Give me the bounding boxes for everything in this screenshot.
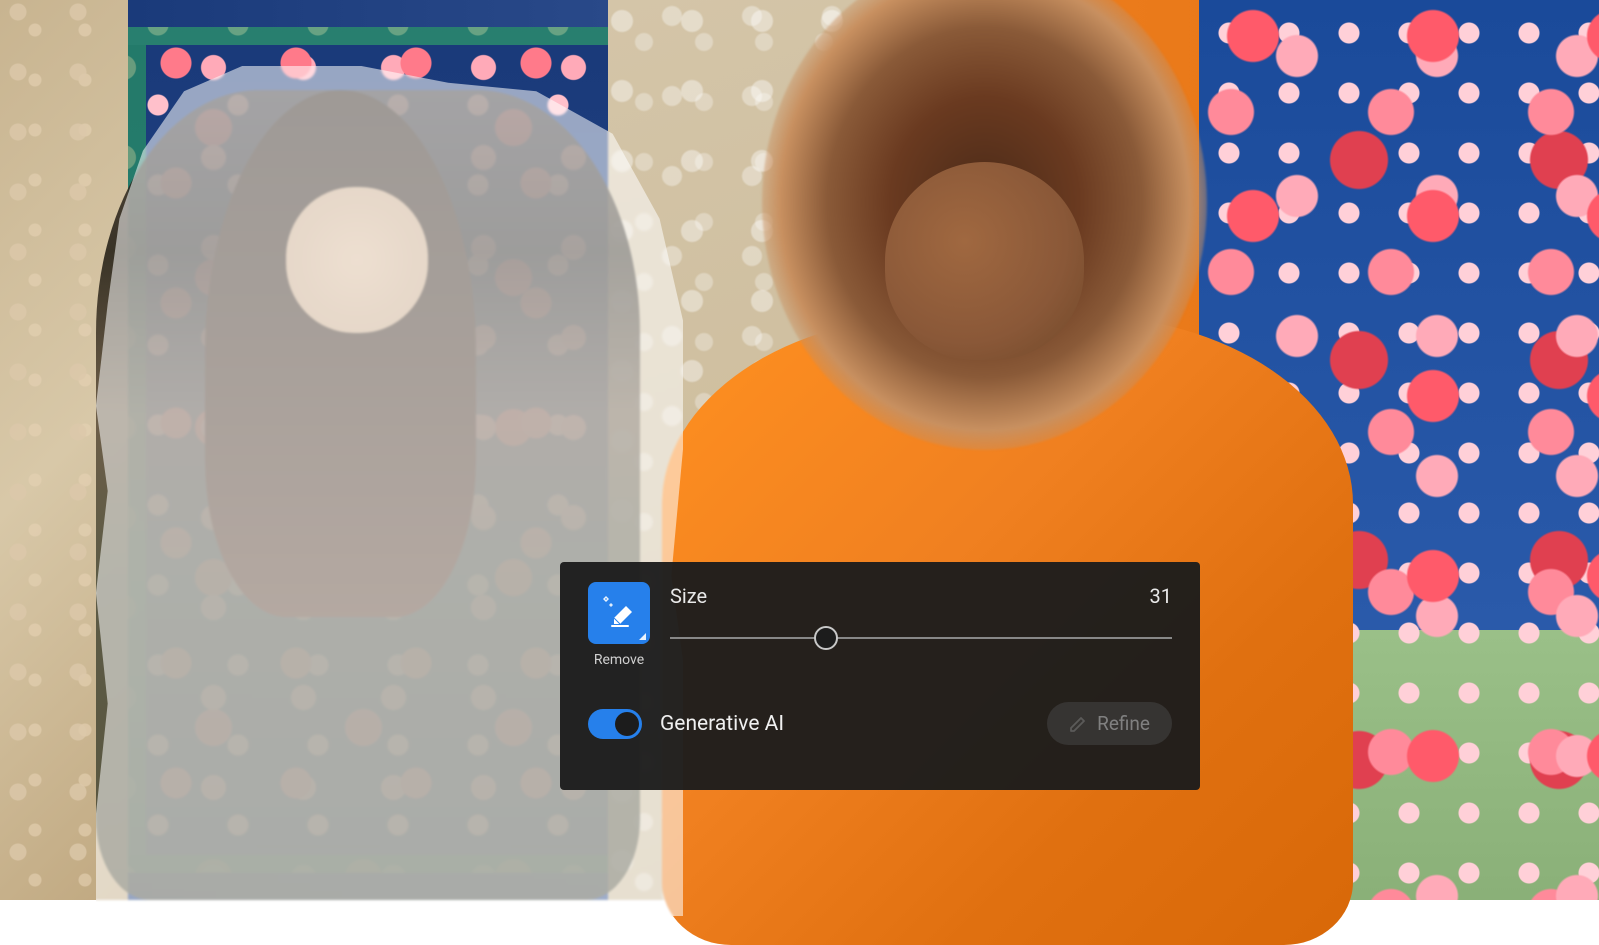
slider-thumb[interactable] — [814, 626, 838, 650]
generative-ai-label: Generative AI — [660, 712, 784, 736]
pencil-icon — [1069, 715, 1087, 733]
photo-canvas[interactable]: Remove Size 31 Generative AI — [0, 0, 1599, 900]
size-value[interactable]: 31 — [1150, 584, 1172, 608]
refine-button[interactable]: Refine — [1047, 702, 1172, 745]
eraser-sparkle-icon — [600, 594, 638, 632]
generative-ai-toggle[interactable] — [588, 709, 642, 739]
size-slider-group: Size 31 — [670, 582, 1172, 650]
refine-label: Refine — [1097, 712, 1150, 735]
remove-tool-button[interactable] — [588, 582, 650, 644]
tool-label: Remove — [594, 652, 644, 668]
size-label: Size — [670, 584, 707, 608]
size-slider[interactable] — [670, 626, 1172, 650]
removal-brush-area[interactable] — [96, 90, 640, 900]
remove-tool-panel: Remove Size 31 Generative AI — [560, 562, 1200, 790]
